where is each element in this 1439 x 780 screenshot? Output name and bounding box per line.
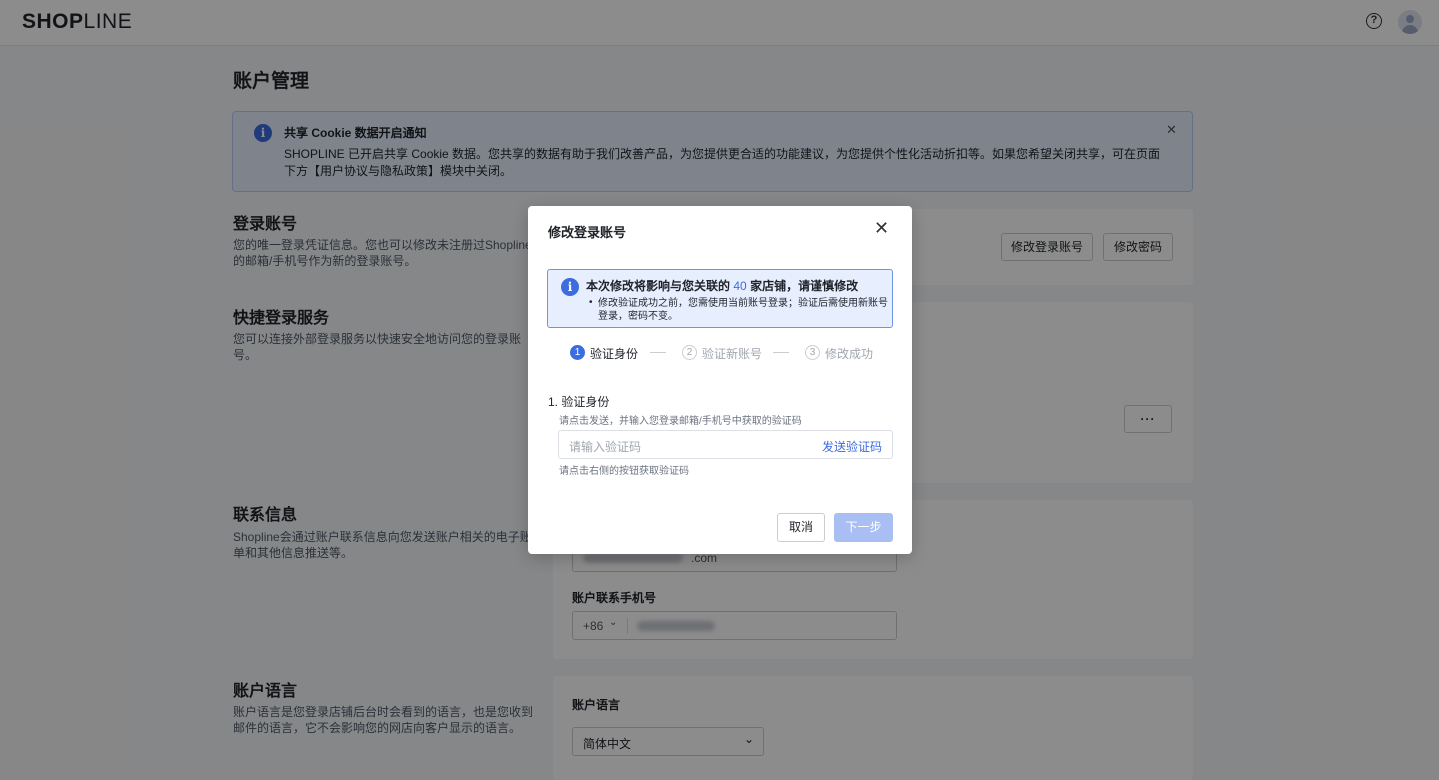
code-placeholder: 请输入验证码: [569, 440, 642, 454]
warning-text: 修改验证成功之前，您需使用当前账号登录；验证后需使用新账号登录，密码不变。: [598, 298, 888, 322]
step-3-label: 修改成功: [825, 347, 874, 361]
step-connector: [773, 352, 789, 353]
cancel-button[interactable]: 取消: [777, 513, 825, 542]
modal-title: 修改登录账号: [548, 225, 627, 240]
warning-title: 本次修改将影响与您关联的 40 家店铺，请谨慎修改: [586, 279, 859, 293]
info-icon: i: [561, 278, 579, 296]
close-icon[interactable]: ✕: [874, 218, 889, 239]
affected-store-count: 40: [733, 279, 747, 293]
step-2-label: 验证新账号: [702, 347, 763, 361]
bullet-dot: •: [589, 297, 593, 308]
send-code-link[interactable]: 发送验证码: [822, 438, 882, 455]
verification-code-input[interactable]: 请输入验证码 发送验证码: [558, 430, 893, 459]
next-step-button[interactable]: 下一步: [834, 513, 893, 542]
step-3-number: 3: [805, 345, 820, 360]
verify-section-title: 1. 验证身份: [548, 395, 610, 409]
change-login-account-modal: 修改登录账号 ✕ i 本次修改将影响与您关联的 40 家店铺，请谨慎修改 • 修…: [528, 206, 912, 554]
code-input-hint: 请点击右侧的按钮获取验证码: [559, 466, 689, 477]
warning-alert: i 本次修改将影响与您关联的 40 家店铺，请谨慎修改 • 修改验证成功之前，您…: [547, 269, 893, 328]
step-1-label: 验证身份: [590, 347, 639, 361]
step-1-number: 1: [570, 345, 585, 360]
step-connector: [650, 352, 666, 353]
step-2-number: 2: [682, 345, 697, 360]
verify-section-hint: 请点击发送，并输入您登录邮箱/手机号中获取的验证码: [559, 416, 802, 427]
